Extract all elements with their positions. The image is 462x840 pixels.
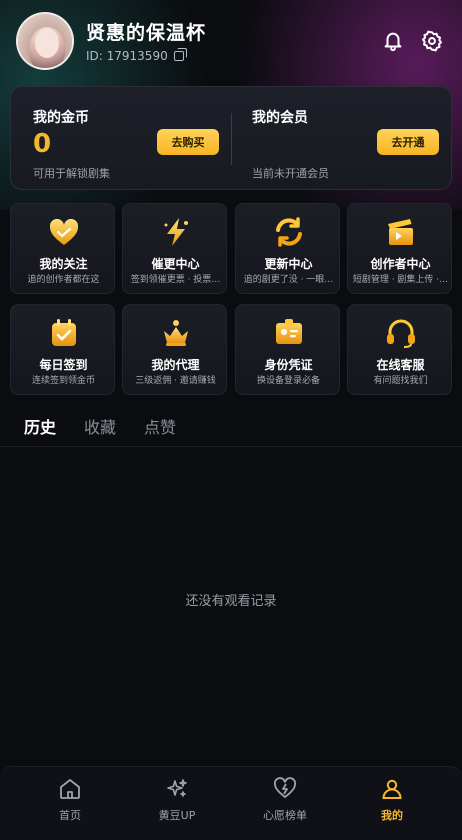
tile-title: 催更中心 [151, 257, 200, 271]
profile-header: 贤惠的保温杯 ID: 17913590 [0, 0, 462, 84]
nav-label: 黄豆UP [158, 809, 196, 822]
tile-subtitle: 三级返佣 · 邀请赚钱 [135, 376, 216, 386]
coins-section: 我的金币 0 可用于解锁剧集 去购买 [33, 87, 233, 191]
nav-label: 心愿榜单 [263, 809, 307, 822]
coins-value: 0 [33, 129, 52, 159]
tile-my-agent[interactable]: 我的代理 三级返佣 · 邀请赚钱 [122, 304, 227, 395]
tile-subtitle: 短剧管理 · 剧集上传 ·… [352, 275, 449, 285]
home-icon [60, 779, 80, 799]
content-tabs: 历史 收藏 点赞 [24, 414, 204, 438]
bell-icon[interactable] [382, 30, 404, 52]
tile-subtitle: 有问题找我们 [373, 376, 428, 386]
nav-home[interactable]: 首页 [30, 777, 110, 833]
id-card-icon [276, 319, 302, 344]
sparkle-icon [167, 779, 187, 797]
avatar[interactable] [16, 12, 74, 70]
tile-subtitle: 追的创作者都在这 [27, 275, 100, 285]
tile-title: 我的关注 [39, 257, 88, 271]
tab-history[interactable]: 历史 [24, 414, 56, 438]
heart-icon [49, 218, 79, 245]
nav-mine[interactable]: 我的 [352, 777, 432, 833]
empty-state-text: 还没有观看记录 [185, 594, 277, 609]
username: 贤惠的保温杯 [86, 22, 207, 44]
open-vip-button[interactable]: 去开通 [377, 129, 439, 155]
lightning-icon [164, 218, 188, 246]
bottom-nav: 首页 黄豆UP 心愿榜单 我的 [0, 766, 462, 840]
vip-subtitle: 当前未开通会员 [252, 167, 329, 180]
tile-title: 身份凭证 [264, 358, 313, 372]
tile-identity-credential[interactable]: 身份凭证 换设备登录必备 [235, 304, 340, 395]
tile-daily-checkin[interactable]: 每日签到 连续签到领金币 [10, 304, 115, 395]
crown-icon [164, 320, 188, 346]
coins-subtitle: 可用于解锁剧集 [33, 167, 110, 180]
nav-wishlist[interactable]: 心愿榜单 [245, 777, 325, 833]
tab-likes[interactable]: 点赞 [144, 414, 176, 438]
user-id-row[interactable]: ID: 17913590 [86, 48, 187, 63]
vip-section: 我的会员 当前未开通会员 去开通 [252, 87, 442, 191]
tile-update-center[interactable]: 更新中心 追的剧更了没 · 一眼… [235, 203, 340, 294]
coins-title: 我的金币 [33, 110, 89, 126]
tile-creator-center[interactable]: 创作者中心 短剧管理 · 剧集上传 ·… [347, 203, 452, 294]
tile-title: 创作者中心 [370, 257, 431, 271]
heart-broken-icon [273, 777, 297, 798]
tile-title: 更新中心 [264, 257, 313, 271]
nav-label: 我的 [381, 809, 403, 822]
tile-title: 我的代理 [151, 358, 200, 372]
nav-label: 首页 [59, 809, 81, 822]
tile-title: 每日签到 [39, 358, 88, 372]
calendar-check-icon [52, 319, 76, 346]
tabs-divider [0, 446, 462, 447]
copy-icon[interactable] [173, 48, 187, 61]
tile-subtitle: 签到领催更票 · 投票… [130, 275, 221, 285]
nav-huangdou-up[interactable]: 黄豆UP [137, 777, 217, 833]
tile-my-follows[interactable]: 我的关注 追的创作者都在这 [10, 203, 115, 294]
wallet-divider [231, 113, 232, 165]
buy-coins-button[interactable]: 去购买 [157, 129, 219, 155]
tab-favorites[interactable]: 收藏 [84, 414, 116, 438]
tile-update-request[interactable]: 催更中心 签到领催更票 · 投票… [122, 203, 227, 294]
tile-subtitle: 换设备登录必备 [256, 376, 320, 386]
gear-icon[interactable] [421, 30, 443, 52]
headset-icon [387, 319, 415, 348]
person-icon [382, 779, 402, 799]
tile-title: 在线客服 [376, 358, 425, 372]
tile-subtitle: 追的剧更了没 · 一眼… [243, 275, 334, 285]
refresh-icon [276, 217, 302, 247]
user-id: ID: 17913590 [86, 49, 168, 63]
clapperboard-icon [388, 219, 413, 245]
vip-title: 我的会员 [252, 110, 308, 126]
tile-online-support[interactable]: 在线客服 有问题找我们 [347, 304, 452, 395]
tile-subtitle: 连续签到领金币 [31, 376, 95, 386]
wallet-card: 我的金币 0 可用于解锁剧集 去购买 我的会员 当前未开通会员 去开通 [10, 86, 452, 190]
